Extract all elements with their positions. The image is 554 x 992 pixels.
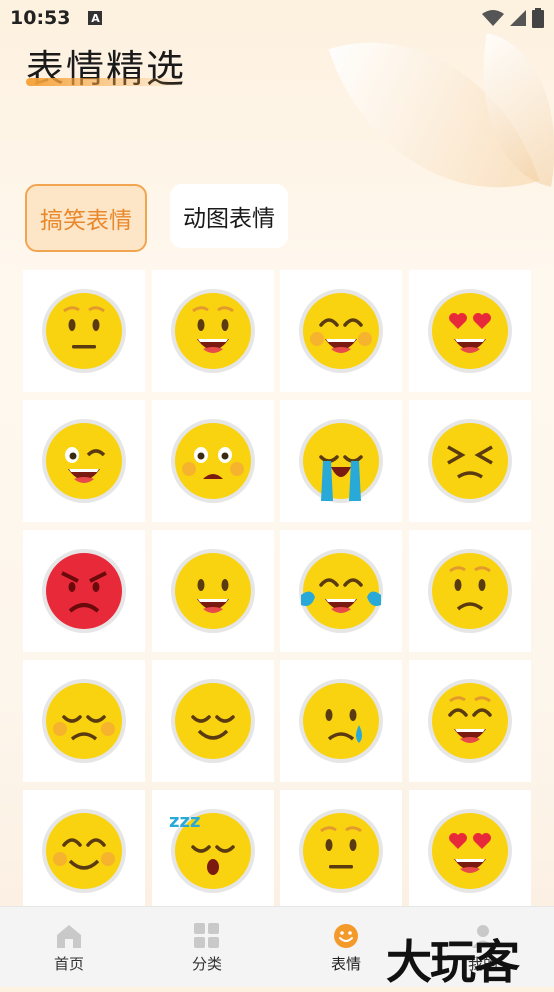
- emoji-cell[interactable]: [151, 400, 274, 522]
- heart-eyes-face-icon: [427, 809, 512, 893]
- signal-icon: [510, 10, 526, 26]
- watermark-logo: 大玩客: [386, 935, 520, 989]
- tab-funny-emoji[interactable]: 搞笑表情: [25, 184, 147, 252]
- unamused-face-icon: [42, 679, 126, 763]
- status-bar: 10:53 A: [0, 0, 554, 36]
- nav-category-label: 分类: [191, 955, 222, 973]
- emoji-cell[interactable]: [23, 270, 145, 392]
- emoji-cell[interactable]: [23, 660, 145, 782]
- grinning-face-icon: [299, 289, 383, 373]
- loudly-crying-face-icon: [299, 419, 383, 503]
- neutral-face-icon: [42, 289, 126, 373]
- smile-icon: [334, 924, 358, 948]
- emoji-cell[interactable]: [23, 530, 145, 652]
- status-time: 10:53: [10, 7, 71, 29]
- beaming-face-icon: [427, 679, 512, 763]
- crying-face-icon: [299, 679, 383, 763]
- sleeping-face-icon: zzz: [169, 809, 255, 893]
- svg-text:zzz: zzz: [169, 811, 200, 832]
- battery-icon: [532, 8, 544, 28]
- nav-emoji-label: 表情: [330, 955, 361, 973]
- emoji-cell[interactable]: [280, 530, 402, 652]
- emoji-cell[interactable]: [280, 270, 402, 392]
- emoji-cell[interactable]: [408, 270, 531, 392]
- emoji-cell[interactable]: [151, 270, 274, 392]
- emoji-cell[interactable]: [280, 790, 402, 912]
- surprised-face-icon: [170, 419, 255, 503]
- winking-face-icon: [42, 419, 126, 503]
- neutral-face-icon: [299, 809, 383, 893]
- emoji-cell[interactable]: [280, 660, 402, 782]
- emoji-cell[interactable]: [151, 660, 274, 782]
- smiling-face-icon: [170, 289, 255, 373]
- emoji-cell[interactable]: [23, 790, 145, 912]
- blushing-face-icon: [42, 809, 126, 893]
- angry-red-face-icon: [42, 549, 126, 633]
- grid-icon: [194, 923, 219, 948]
- emoji-cell[interactable]: [151, 530, 274, 652]
- heart-eyes-face-icon: [427, 289, 512, 373]
- nav-emoji[interactable]: 表情: [311, 923, 381, 974]
- nav-home[interactable]: 首页: [34, 923, 104, 974]
- emoji-cell[interactable]: zzz: [151, 790, 274, 912]
- nav-category[interactable]: 分类: [172, 923, 242, 974]
- emoji-cell[interactable]: [408, 790, 531, 912]
- emoji-cell[interactable]: [408, 530, 531, 652]
- emoji-cell[interactable]: [23, 400, 145, 522]
- relieved-face-icon: [170, 679, 255, 763]
- notification-icon: A: [88, 11, 103, 25]
- title-underline: [26, 78, 186, 86]
- nav-home-label: 首页: [53, 955, 84, 973]
- home-icon: [57, 925, 81, 948]
- tab-animated-emoji[interactable]: 动图表情: [170, 184, 288, 248]
- tears-of-joy-face-icon: [299, 549, 383, 633]
- happy-face-icon: [170, 549, 255, 633]
- emoji-cell[interactable]: [280, 400, 402, 522]
- emoji-cell[interactable]: [408, 660, 531, 782]
- emoji-cell[interactable]: [408, 400, 531, 522]
- persevering-face-icon: [427, 419, 512, 503]
- wifi-icon: [482, 10, 504, 26]
- status-icons: [482, 8, 544, 28]
- slightly-frowning-face-icon: [427, 549, 512, 633]
